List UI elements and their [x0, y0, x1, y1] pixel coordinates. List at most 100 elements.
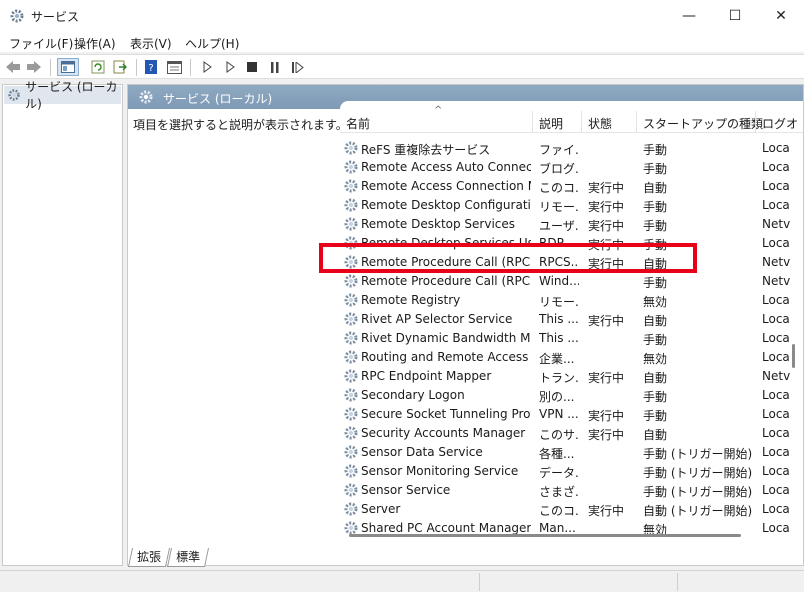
service-row[interactable]: Sensor Service さまざ... 手動 (トリガー開始) Loca — [340, 481, 803, 500]
service-row[interactable]: Remote Registry リモー... 無効 Loca — [340, 291, 803, 310]
service-name: Rivet AP Selector Service — [361, 312, 513, 326]
service-description: ユーザ... — [539, 219, 579, 233]
service-gear-icon — [344, 160, 358, 174]
service-startup-type: 自動 — [643, 428, 668, 442]
service-logon: Loca — [762, 350, 790, 364]
service-row[interactable]: Server このコ... 実行中 自動 (トリガー開始) Loca — [340, 500, 803, 519]
tree-item-label: サービス (ローカル) — [25, 80, 118, 111]
menu-view[interactable]: 表示(V) — [130, 35, 172, 52]
maximize-button[interactable]: ☐ — [712, 0, 758, 32]
service-row[interactable]: Secondary Logon 別の... 手動 Loca — [340, 386, 803, 405]
service-logon: Loca — [762, 464, 790, 478]
service-row[interactable]: RPC Endpoint Mapper トラン... 実行中 自動 Netv — [340, 367, 803, 386]
services-gear-icon — [139, 90, 153, 104]
service-name: Remote Procedure Call (RPC) L... — [361, 274, 531, 288]
start-service-alt-icon[interactable] — [221, 58, 239, 76]
service-row[interactable]: ReFS 重複除去サービス ファイ... 手動 Loca — [340, 139, 803, 158]
service-row[interactable]: Routing and Remote Access 企業... 無効 Loca — [340, 348, 803, 367]
tab-extended[interactable]: 拡張 — [127, 548, 171, 567]
service-startup-type: 手動 — [643, 276, 668, 290]
service-gear-icon — [344, 179, 358, 193]
column-divider[interactable] — [636, 111, 637, 133]
services-gear-icon — [8, 89, 20, 101]
service-gear-icon — [344, 217, 358, 231]
tab-standard[interactable]: 標準 — [166, 548, 210, 567]
service-description: このサ... — [539, 428, 579, 442]
service-startup-type: 手動 (トリガー開始) — [643, 485, 753, 499]
service-name: Secondary Logon — [361, 388, 465, 402]
service-row[interactable]: Remote Desktop Configuration リモー... 実行中 手動 L… — [340, 196, 803, 215]
menu-bar: ファイル(F) 操作(A) 表示(V) ヘルプ(H) — [0, 32, 804, 52]
minimize-button[interactable]: — — [666, 0, 712, 32]
console-tree-icon[interactable] — [57, 58, 79, 76]
export-list-icon[interactable] — [111, 58, 129, 76]
services-list: ^ 名前 説明 状態 スタートアップの種類 ログオ ReFS 重複除去サービス フ… — [340, 101, 803, 551]
restart-service-icon[interactable] — [289, 58, 307, 76]
service-row[interactable]: Rivet AP Selector Service This ... 実行中 自動 Lo… — [340, 310, 803, 329]
service-startup-type: 自動 (トリガー開始) — [643, 504, 753, 518]
service-name: Remote Registry — [361, 293, 461, 307]
service-logon: Loca — [762, 331, 790, 345]
column-divider[interactable] — [755, 111, 756, 133]
service-row[interactable]: Security Accounts Manager このサ... 実行中 自動 Loca — [340, 424, 803, 443]
column-status[interactable]: 状態 — [588, 115, 612, 132]
view-tabs: 拡張 標準 — [127, 548, 804, 568]
service-logon: Loca — [762, 483, 790, 497]
service-description: Man... — [539, 521, 576, 535]
highlight-box — [319, 243, 697, 273]
menu-help[interactable]: ヘルプ(H) — [185, 35, 239, 52]
column-logon[interactable]: ログオ — [762, 115, 798, 132]
toolbar-separator — [50, 59, 51, 76]
service-logon: Loca — [762, 502, 790, 516]
service-name: Sensor Data Service — [361, 445, 483, 459]
service-logon: Loca — [762, 179, 790, 193]
menu-action[interactable]: 操作(A) — [74, 35, 116, 52]
service-logon: Loca — [762, 312, 790, 326]
service-gear-icon — [344, 369, 358, 383]
service-row[interactable]: Sensor Data Service 各種... 手動 (トリガー開始) Loca — [340, 443, 803, 462]
service-logon: Netv — [762, 369, 791, 383]
column-name[interactable]: 名前 — [346, 115, 370, 132]
column-startup-type[interactable]: スタートアップの種類 — [643, 115, 763, 132]
service-logon: Loca — [762, 236, 790, 250]
service-startup-type: 自動 — [643, 314, 668, 328]
vertical-scrollbar-thumb[interactable] — [792, 344, 795, 368]
column-divider[interactable] — [581, 111, 582, 133]
service-row[interactable]: Secure Socket Tunneling Proto... VPN ... 実… — [340, 405, 803, 424]
status-bar-divider — [677, 573, 678, 591]
horizontal-scrollbar-thumb[interactable] — [349, 534, 741, 537]
help-icon[interactable]: ? — [142, 58, 160, 76]
column-description[interactable]: 説明 — [539, 115, 563, 132]
column-divider[interactable] — [532, 111, 533, 133]
service-logon: Loca — [762, 521, 790, 535]
forward-icon[interactable] — [25, 58, 43, 76]
status-bar-divider — [479, 573, 480, 591]
service-description: ブログ... — [539, 162, 579, 176]
service-description: トラン... — [539, 371, 579, 385]
back-icon[interactable] — [4, 58, 22, 76]
service-gear-icon — [344, 426, 358, 440]
pane-title: サービス (ローカル) — [163, 92, 273, 106]
service-row[interactable]: Remote Access Connection M... このコ... 実行中 自動… — [340, 177, 803, 196]
service-logon: Loca — [762, 141, 790, 155]
start-service-icon[interactable] — [198, 58, 216, 76]
close-button[interactable]: ✕ — [758, 0, 804, 32]
service-description: 別の... — [539, 390, 575, 404]
service-status: 実行中 — [588, 219, 625, 233]
service-logon: Loca — [762, 388, 790, 402]
stop-service-icon[interactable] — [243, 58, 261, 76]
service-row[interactable]: Remote Procedure Call (RPC) L... Wind... 手… — [340, 272, 803, 291]
pause-service-icon[interactable] — [266, 58, 284, 76]
tree-item-services-local[interactable]: サービス (ローカル) — [4, 80, 121, 111]
service-name: Shared PC Account Manager — [361, 521, 531, 535]
properties-icon[interactable] — [165, 58, 183, 76]
service-logon: Loca — [762, 407, 790, 421]
service-startup-type: 無効 — [643, 295, 668, 309]
service-row[interactable]: Remote Desktop Services ユーザ... 実行中 手動 Netv — [340, 215, 803, 234]
service-row[interactable]: Rivet Dynamic Bandwidth Ma... This ... 手動 L… — [340, 329, 803, 348]
refresh-icon[interactable] — [89, 58, 107, 76]
service-row[interactable]: Sensor Monitoring Service データ... 手動 (トリガー開… — [340, 462, 803, 481]
service-row[interactable]: Remote Access Auto Connecti... ブログ... 手動 Lo… — [340, 158, 803, 177]
column-header-row: ^ 名前 説明 状態 スタートアップの種類 ログオ — [340, 105, 803, 133]
menu-file[interactable]: ファイル(F) — [9, 35, 73, 52]
